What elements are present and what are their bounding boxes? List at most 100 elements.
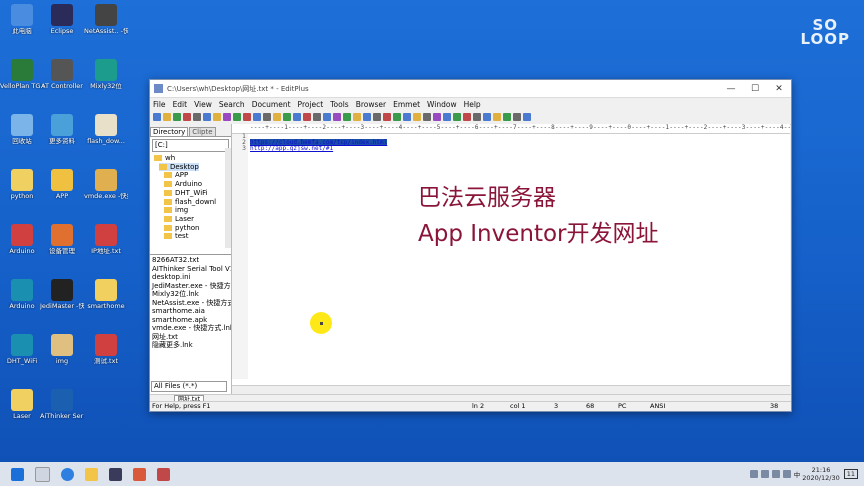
code-text[interactable]: https://cloud.bemfa.com/tcp/index.html h… bbox=[250, 134, 388, 152]
desktop-icon[interactable]: AiThinker Serial Too... bbox=[40, 389, 84, 420]
desktop-icon[interactable]: python bbox=[0, 169, 44, 200]
desktop-icon[interactable]: 设备管理 bbox=[40, 224, 84, 255]
tree-folder-item[interactable]: img bbox=[164, 206, 188, 214]
toolbar-button[interactable] bbox=[183, 113, 191, 121]
menu-document[interactable]: Document bbox=[252, 100, 291, 109]
toolbar-button[interactable] bbox=[513, 113, 521, 121]
tree-folder-item[interactable]: python bbox=[164, 224, 200, 232]
toolbar-button[interactable] bbox=[333, 113, 341, 121]
title-bar[interactable]: C:\Users\wh\Desktop\网址.txt * - EditPlus … bbox=[150, 80, 791, 98]
menu-view[interactable]: View bbox=[194, 100, 212, 109]
toolbar-button[interactable] bbox=[343, 113, 351, 121]
toolbar-button[interactable] bbox=[223, 113, 231, 121]
app-icon[interactable] bbox=[133, 467, 146, 481]
toolbar-button[interactable] bbox=[253, 113, 261, 121]
toolbar-button[interactable] bbox=[263, 113, 271, 121]
file-list-item[interactable]: AIThinker Serial Tool V1 bbox=[150, 265, 231, 274]
file-list-item[interactable]: JediMaster.exe - 快捷方式 bbox=[150, 282, 231, 291]
tree-scrollbar[interactable] bbox=[225, 148, 231, 248]
file-list-item[interactable]: Mixly32位.lnk bbox=[150, 290, 231, 299]
desktop-icon[interactable]: 回收站 bbox=[0, 114, 44, 145]
clock[interactable]: 21:16 2020/12/30 bbox=[802, 466, 839, 482]
menu-file[interactable]: File bbox=[153, 100, 166, 109]
task-view-icon[interactable] bbox=[35, 466, 50, 482]
toolbar-button[interactable] bbox=[443, 113, 451, 121]
menu-help[interactable]: Help bbox=[464, 100, 481, 109]
toolbar-button[interactable] bbox=[483, 113, 491, 121]
desktop-icon[interactable]: Laser bbox=[0, 389, 44, 420]
menu-tools[interactable]: Tools bbox=[330, 100, 348, 109]
file-list-item[interactable]: 隐藏更多.lnk bbox=[150, 341, 231, 350]
toolbar-button[interactable] bbox=[303, 113, 311, 121]
desktop-icon[interactable]: flash_dow... bbox=[84, 114, 128, 145]
desktop-icon[interactable]: smarthome bbox=[84, 279, 128, 310]
file-explorer-icon[interactable] bbox=[85, 467, 98, 481]
network-icon[interactable] bbox=[760, 470, 769, 478]
toolbar-button[interactable] bbox=[413, 113, 421, 121]
toolbar-button[interactable] bbox=[453, 113, 461, 121]
desktop-icon[interactable]: JediMaster -快捷方式 bbox=[40, 279, 84, 310]
desktop-icon[interactable]: Arduino bbox=[0, 224, 44, 255]
minimize-button[interactable]: — bbox=[719, 84, 743, 94]
desktop-icon[interactable]: 更多资料 bbox=[40, 114, 84, 145]
toolbar-button[interactable] bbox=[423, 113, 431, 121]
file-list-item[interactable]: 8266AT32.txt bbox=[150, 256, 231, 265]
desktop-icon[interactable]: Eclipse bbox=[40, 4, 84, 35]
toolbar-button[interactable] bbox=[433, 113, 441, 121]
tree-folder-item[interactable]: Desktop bbox=[159, 162, 199, 171]
tray-arrow-icon[interactable] bbox=[749, 470, 758, 478]
volume-icon[interactable] bbox=[771, 470, 780, 478]
close-button[interactable]: ✕ bbox=[767, 84, 791, 94]
desktop-icon[interactable]: 测试.txt bbox=[84, 334, 128, 365]
toolbar-button[interactable] bbox=[373, 113, 381, 121]
toolbar-button[interactable] bbox=[243, 113, 251, 121]
desktop-icon[interactable]: NetAssist.. -快捷方式 bbox=[84, 4, 128, 35]
desktop-icon[interactable]: Mixly32位 bbox=[84, 59, 128, 90]
desktop-icon[interactable]: Arduino bbox=[0, 279, 44, 310]
file-list-item[interactable]: desktop.ini bbox=[150, 273, 231, 282]
file-list-item[interactable]: NetAssist.exe - 快捷方式 bbox=[150, 299, 231, 308]
code-line-3-url[interactable]: http://app.gzjsw.net/#1 bbox=[250, 145, 333, 152]
editor-area[interactable]: ----+----1----+----2----+----3----+----4… bbox=[232, 124, 790, 394]
desktop-icon[interactable]: APP bbox=[40, 169, 84, 200]
start-button[interactable] bbox=[11, 467, 24, 481]
toolbar-button[interactable] bbox=[313, 113, 321, 121]
store-icon[interactable] bbox=[109, 467, 122, 481]
tab-cliptext[interactable]: Clipte bbox=[189, 127, 216, 136]
desktop-icon[interactable]: img bbox=[40, 334, 84, 365]
tree-folder-item[interactable]: wh bbox=[154, 154, 175, 162]
toolbar-button[interactable] bbox=[393, 113, 401, 121]
toolbar-button[interactable] bbox=[193, 113, 201, 121]
toolbar-button[interactable] bbox=[173, 113, 181, 121]
menu-emmet[interactable]: Emmet bbox=[393, 100, 420, 109]
tree-folder-item[interactable]: Laser bbox=[164, 215, 194, 223]
file-list-item[interactable]: smarthome.aia bbox=[150, 307, 231, 316]
desktop-icon[interactable]: vmde.exe -快捷方式 bbox=[84, 169, 128, 200]
file-list-item[interactable]: smarthome.apk bbox=[150, 316, 231, 325]
toolbar-button[interactable] bbox=[403, 113, 411, 121]
menu-window[interactable]: Window bbox=[427, 100, 457, 109]
menu-browser[interactable]: Browser bbox=[356, 100, 386, 109]
toolbar-button[interactable] bbox=[523, 113, 531, 121]
toolbar-button[interactable] bbox=[153, 113, 161, 121]
maximize-button[interactable]: ☐ bbox=[743, 84, 767, 94]
toolbar-button[interactable] bbox=[493, 113, 501, 121]
desktop-icon[interactable]: DHT_WiFi bbox=[0, 334, 44, 365]
tree-folder-item[interactable]: flash_downl bbox=[164, 198, 216, 206]
toolbar-button[interactable] bbox=[203, 113, 211, 121]
tree-folder-item[interactable]: test bbox=[164, 232, 188, 240]
desktop-icon[interactable]: IP地址.txt bbox=[84, 224, 128, 255]
toolbar-button[interactable] bbox=[283, 113, 291, 121]
editplus-taskbar-icon[interactable] bbox=[157, 467, 170, 481]
tab-directory[interactable]: Directory bbox=[150, 127, 189, 136]
toolbar-button[interactable] bbox=[163, 113, 171, 121]
file-list-item[interactable]: 网址.txt bbox=[150, 333, 231, 342]
menu-edit[interactable]: Edit bbox=[173, 100, 188, 109]
menu-project[interactable]: Project bbox=[298, 100, 324, 109]
toolbar-button[interactable] bbox=[233, 113, 241, 121]
drive-select[interactable]: [C:] bbox=[152, 139, 229, 152]
toolbar-button[interactable] bbox=[273, 113, 281, 121]
toolbar-button[interactable] bbox=[473, 113, 481, 121]
toolbar-button[interactable] bbox=[503, 113, 511, 121]
toolbar-button[interactable] bbox=[383, 113, 391, 121]
